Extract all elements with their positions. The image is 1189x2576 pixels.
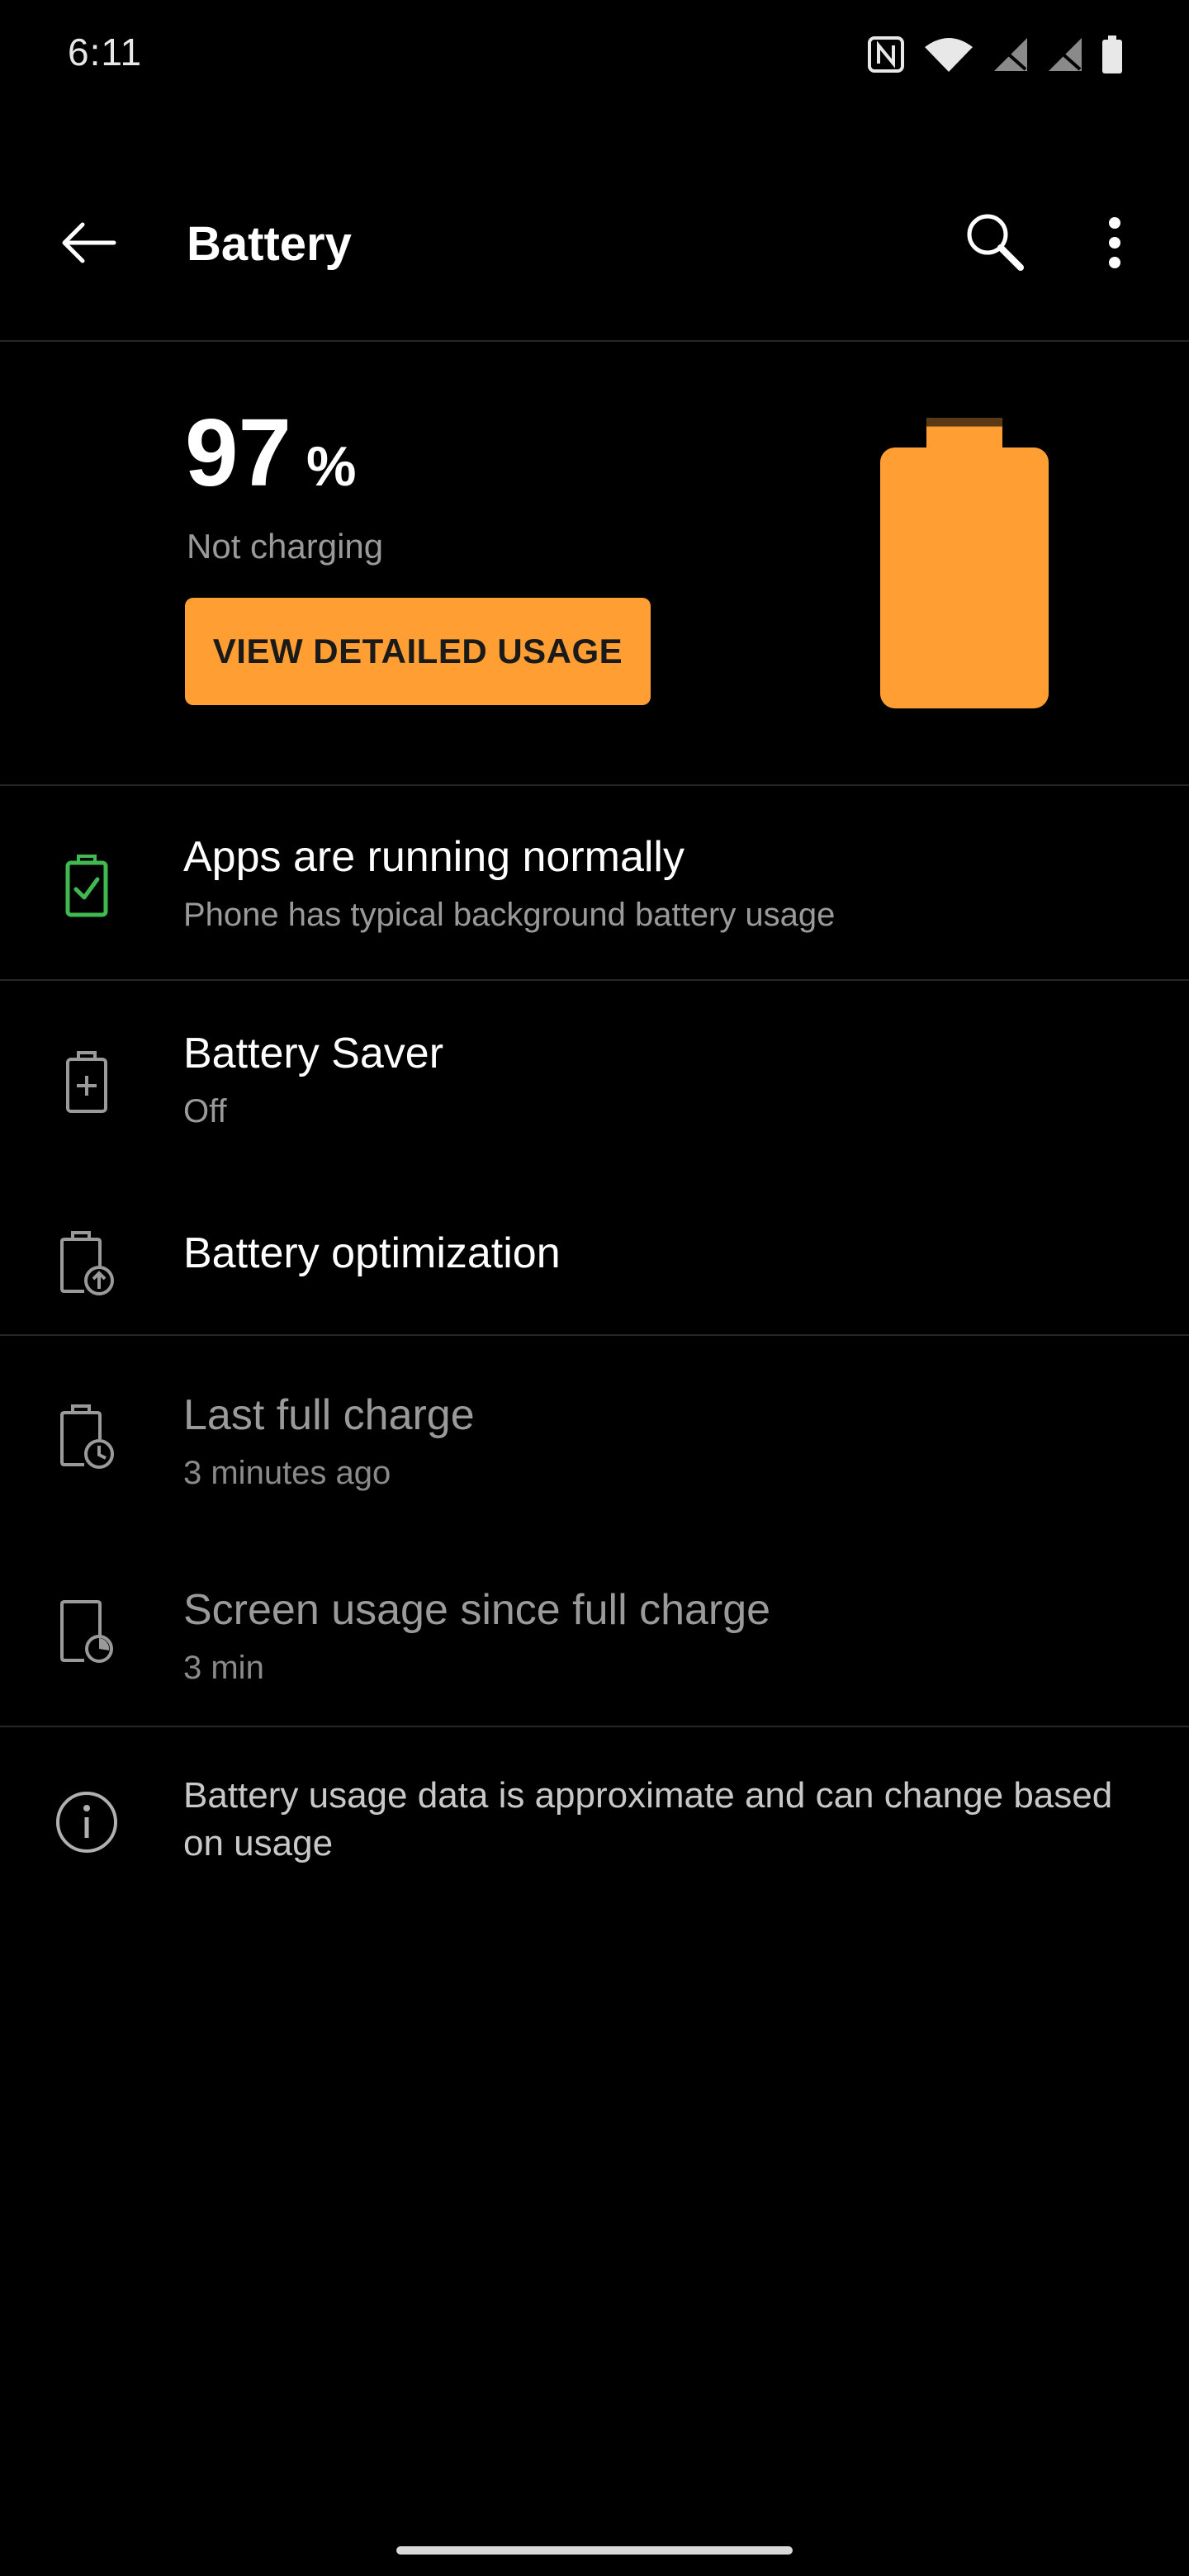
app-bar: Battery	[0, 173, 1189, 314]
battery-percent-sign: %	[306, 435, 357, 498]
list-item-subtitle: Off	[183, 1093, 227, 1129]
battery-level-graphic	[880, 418, 1049, 708]
list-item-last-full-charge: Last full charge 3 minutes ago	[0, 1384, 1189, 1508]
list-item-subtitle: 3 min	[183, 1650, 264, 1686]
screen-usage-icon	[58, 1595, 116, 1669]
battery-percent: 97 %	[185, 405, 357, 500]
divider	[0, 784, 1189, 786]
list-item-title: Screen usage since full charge	[183, 1586, 771, 1634]
page-title: Battery	[187, 217, 352, 271]
battery-icon	[1101, 36, 1123, 73]
divider	[0, 1334, 1189, 1336]
more-vert-icon	[1106, 216, 1123, 273]
gesture-nav-handle[interactable]	[396, 2546, 793, 2555]
list-item-apps-status[interactable]: Apps are running normally Phone has typi…	[0, 826, 1189, 949]
signal-off-icon	[992, 36, 1029, 73]
list-item-subtitle: Phone has typical background battery usa…	[183, 897, 836, 933]
status-icons	[867, 31, 1123, 78]
divider	[0, 1726, 1189, 1727]
back-arrow-icon	[58, 220, 117, 270]
list-item-title: Battery optimization	[183, 1229, 561, 1277]
status-bar: 6:11	[0, 0, 1189, 107]
list-item-battery-optimization[interactable]: Battery optimization	[0, 1214, 1189, 1321]
view-detailed-usage-button[interactable]: VIEW DETAILED USAGE	[185, 598, 651, 705]
info-icon	[54, 1790, 119, 1854]
divider	[0, 340, 1189, 342]
list-item-screen-usage: Screen usage since full charge 3 min	[0, 1579, 1189, 1702]
wifi-icon	[923, 36, 974, 73]
charging-status: Not charging	[187, 527, 384, 566]
search-icon	[963, 210, 1029, 280]
battery-plus-icon	[58, 1045, 116, 1120]
battery-upload-icon	[58, 1227, 116, 1301]
more-options-button[interactable]	[1073, 203, 1156, 286]
status-time: 6:11	[68, 31, 143, 73]
divider	[0, 979, 1189, 981]
list-item-battery-saver[interactable]: Battery Saver Off	[0, 1022, 1189, 1146]
battery-percent-value: 97	[185, 399, 292, 506]
battery-check-icon	[58, 849, 116, 923]
list-item-title: Last full charge	[183, 1391, 475, 1439]
back-button[interactable]	[46, 203, 129, 286]
list-item-subtitle: 3 minutes ago	[183, 1455, 391, 1491]
battery-usage-footnote: Battery usage data is approximate and ca…	[183, 1775, 1113, 1863]
battery-clock-icon	[58, 1400, 116, 1475]
list-item-title: Battery Saver	[183, 1030, 444, 1077]
signal-off-icon	[1047, 36, 1083, 73]
nfc-icon	[867, 36, 905, 73]
search-button[interactable]	[955, 203, 1037, 286]
list-item-title: Apps are running normally	[183, 833, 685, 881]
